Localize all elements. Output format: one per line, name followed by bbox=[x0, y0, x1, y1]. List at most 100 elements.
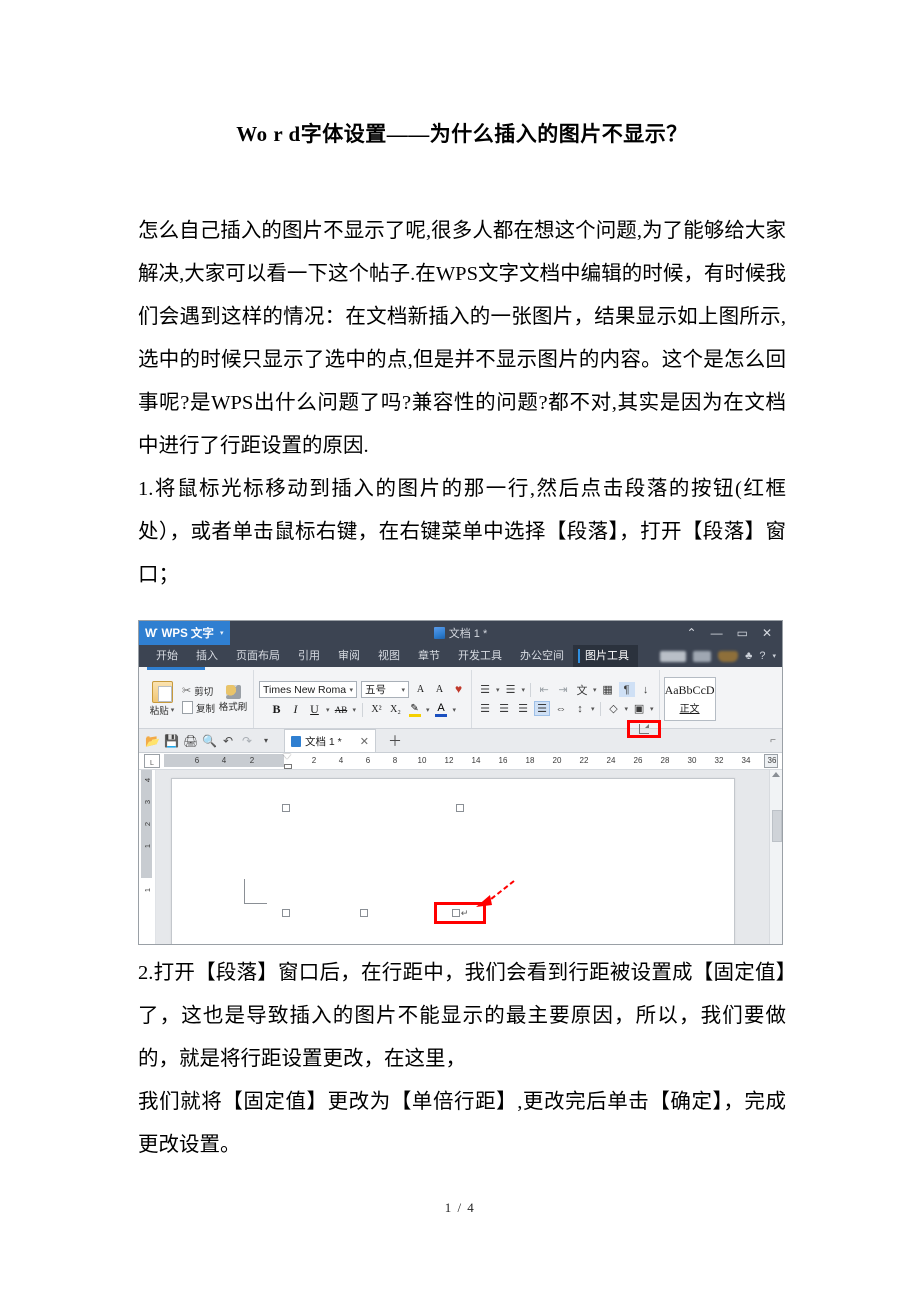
selection-handle[interactable] bbox=[282, 804, 290, 812]
paste-button[interactable]: 粘贴 ▾ bbox=[145, 681, 179, 717]
chevron-down-icon[interactable]: ▾ bbox=[402, 686, 406, 694]
qat-right-corner-icon[interactable]: ⌐ bbox=[770, 735, 782, 746]
shading-button[interactable]: ◇ bbox=[606, 701, 622, 716]
print-icon[interactable]: 🖨 bbox=[183, 734, 198, 748]
chevron-down-icon[interactable]: ▾ bbox=[326, 706, 330, 714]
close-tab-icon[interactable]: ✕ bbox=[360, 735, 369, 748]
tab-references[interactable]: 引用 bbox=[289, 645, 329, 667]
distribute-button[interactable]: ⇔ bbox=[553, 701, 569, 716]
show-marks-button[interactable]: ¶ bbox=[618, 682, 635, 697]
font-row-top: Times New Roma ▾ 五号 ▾ A A ♥ bbox=[259, 681, 466, 698]
numbering-button[interactable]: ☰ bbox=[503, 682, 519, 697]
tab-start[interactable]: 开始 bbox=[147, 645, 187, 667]
tab-page-layout[interactable]: 页面布局 bbox=[227, 645, 289, 667]
wps-document-title-text: 文档 1 * bbox=[448, 628, 488, 640]
bold-button[interactable]: B bbox=[269, 702, 284, 717]
tab-picture-tools[interactable]: 图片工具 bbox=[573, 645, 638, 667]
chevron-down-icon[interactable]: ▾ bbox=[453, 706, 457, 714]
minimize-icon[interactable]: — bbox=[711, 626, 723, 640]
increase-indent-button[interactable]: ⇥ bbox=[555, 682, 571, 697]
align-center-button[interactable]: ☰ bbox=[496, 701, 512, 716]
chevron-down-icon[interactable]: ▾ bbox=[259, 736, 273, 745]
horizontal-ruler[interactable]: L 6 4 2 2 4 6 8 10 12 14 16 18 20 22 24 … bbox=[139, 753, 782, 770]
scroll-up-icon[interactable] bbox=[772, 772, 780, 777]
font-color-letter-icon: A bbox=[437, 702, 445, 714]
paragraph-border-button[interactable]: ▣ bbox=[631, 701, 647, 716]
font-color-button[interactable]: A bbox=[434, 702, 449, 717]
tab-insert[interactable]: 插入 bbox=[187, 645, 227, 667]
align-left-button[interactable]: ☰ bbox=[477, 701, 493, 716]
bullets-button[interactable]: ☰ bbox=[477, 682, 493, 697]
font-name-input[interactable]: Times New Roma ▾ bbox=[259, 681, 358, 698]
selection-handle[interactable] bbox=[451, 909, 460, 917]
ruler-strip[interactable]: 6 4 2 2 4 6 8 10 12 14 16 18 20 22 24 26… bbox=[164, 753, 776, 770]
subscript-button[interactable]: X₂ bbox=[388, 704, 403, 715]
chevron-down-icon[interactable]: ▾ bbox=[591, 705, 595, 713]
blurred-chip-icon-3 bbox=[718, 650, 739, 662]
chevron-down-icon[interactable]: ▾ bbox=[772, 652, 776, 660]
font-name-value: Times New Roma bbox=[263, 683, 347, 696]
maximize-icon[interactable]: ▭ bbox=[737, 626, 748, 640]
highlight-color-button[interactable]: ✎ bbox=[407, 703, 422, 717]
shirt-icon[interactable]: ♣ bbox=[745, 650, 752, 662]
decrease-indent-button[interactable]: ⇤ bbox=[536, 682, 552, 697]
tab-review[interactable]: 审阅 bbox=[329, 645, 369, 667]
clear-format-icon[interactable]: ♥ bbox=[451, 682, 466, 697]
font-size-input[interactable]: 五号 ▾ bbox=[361, 681, 410, 698]
shrink-font-button[interactable]: A bbox=[432, 684, 447, 695]
indent-marker[interactable] bbox=[283, 753, 292, 770]
chevron-down-icon[interactable]: ▾ bbox=[353, 706, 357, 714]
grow-font-button[interactable]: A bbox=[413, 684, 428, 695]
chevron-down-icon[interactable]: ▾ bbox=[426, 706, 430, 714]
tab-view[interactable]: 视图 bbox=[369, 645, 409, 667]
chevron-down-icon[interactable]: ▾ bbox=[496, 686, 500, 694]
wps-app-menu-button[interactable]: Ⱳ WPS 文字 ▾ bbox=[139, 621, 231, 645]
paragraph-dialog-launcher-button[interactable] bbox=[638, 724, 649, 734]
scrollbar-thumb[interactable] bbox=[772, 810, 782, 842]
save-icon[interactable]: 💾 bbox=[164, 734, 179, 748]
ruler-tick: 16 bbox=[498, 755, 508, 765]
underline-button[interactable]: U bbox=[307, 702, 322, 717]
help-icon[interactable]: ? bbox=[759, 650, 765, 662]
chevron-down-icon[interactable]: ▾ bbox=[593, 686, 597, 694]
sort-button[interactable]: ↓ bbox=[638, 682, 654, 697]
page-sheet[interactable]: ↵ bbox=[171, 778, 735, 944]
italic-button[interactable]: I bbox=[288, 702, 303, 717]
chevron-down-icon[interactable]: ▾ bbox=[171, 706, 175, 714]
selection-handle[interactable] bbox=[360, 909, 368, 917]
close-icon[interactable]: ✕ bbox=[762, 626, 772, 640]
format-painter-button[interactable]: 格式刷 bbox=[218, 685, 248, 713]
undo-icon[interactable]: ↶ bbox=[221, 734, 235, 748]
open-file-icon[interactable]: 📂 bbox=[145, 734, 160, 748]
tab-section[interactable]: 章节 bbox=[409, 645, 449, 667]
chevron-down-icon[interactable]: ▾ bbox=[522, 686, 526, 694]
font-row-bottom: B I U ▾ AB ▾ X² X₂ ✎ ▾ A ▾ bbox=[269, 702, 456, 717]
align-justify-button[interactable]: ☰ bbox=[534, 701, 551, 716]
style-normal-button[interactable]: AaBbCcD 正文 bbox=[663, 677, 716, 721]
line-spacing-button[interactable]: ↕ bbox=[572, 701, 588, 716]
new-tab-button[interactable]: ＋ bbox=[388, 731, 402, 751]
tab-stop-selector[interactable]: L bbox=[144, 754, 160, 768]
tab-office-space[interactable]: 办公空间 bbox=[511, 645, 573, 667]
collapse-ribbon-icon[interactable]: ⌃ bbox=[687, 626, 697, 640]
print-preview-icon[interactable]: 🔍 bbox=[202, 734, 217, 748]
align-right-button[interactable]: ☰ bbox=[515, 701, 531, 716]
cut-button[interactable]: ✂ 剪切 bbox=[182, 684, 215, 698]
borders-grid-button[interactable]: ▦ bbox=[600, 682, 616, 697]
document-tab[interactable]: 文档 1 * ✕ bbox=[284, 729, 376, 752]
chevron-down-icon[interactable]: ▾ bbox=[650, 705, 654, 713]
strikethrough-button[interactable]: AB bbox=[334, 705, 349, 715]
chevron-down-icon[interactable]: ▾ bbox=[350, 686, 354, 694]
vertical-ruler[interactable]: 4 3 2 1 1 bbox=[139, 770, 156, 944]
chevron-down-icon[interactable]: ▾ bbox=[625, 705, 629, 713]
chevron-down-icon[interactable]: ▾ bbox=[220, 629, 224, 637]
selection-handle[interactable] bbox=[282, 909, 290, 917]
tab-developer-tools[interactable]: 开发工具 bbox=[449, 645, 511, 667]
superscript-button[interactable]: X² bbox=[369, 704, 384, 715]
asian-layout-button[interactable]: 文 bbox=[574, 682, 590, 697]
paragraph-dialog-launcher-highlight bbox=[626, 720, 661, 738]
selection-handle[interactable] bbox=[456, 804, 464, 812]
redo-icon[interactable]: ↷ bbox=[240, 734, 254, 748]
vertical-scrollbar[interactable] bbox=[769, 770, 782, 944]
copy-button[interactable]: 复制 bbox=[182, 701, 215, 715]
